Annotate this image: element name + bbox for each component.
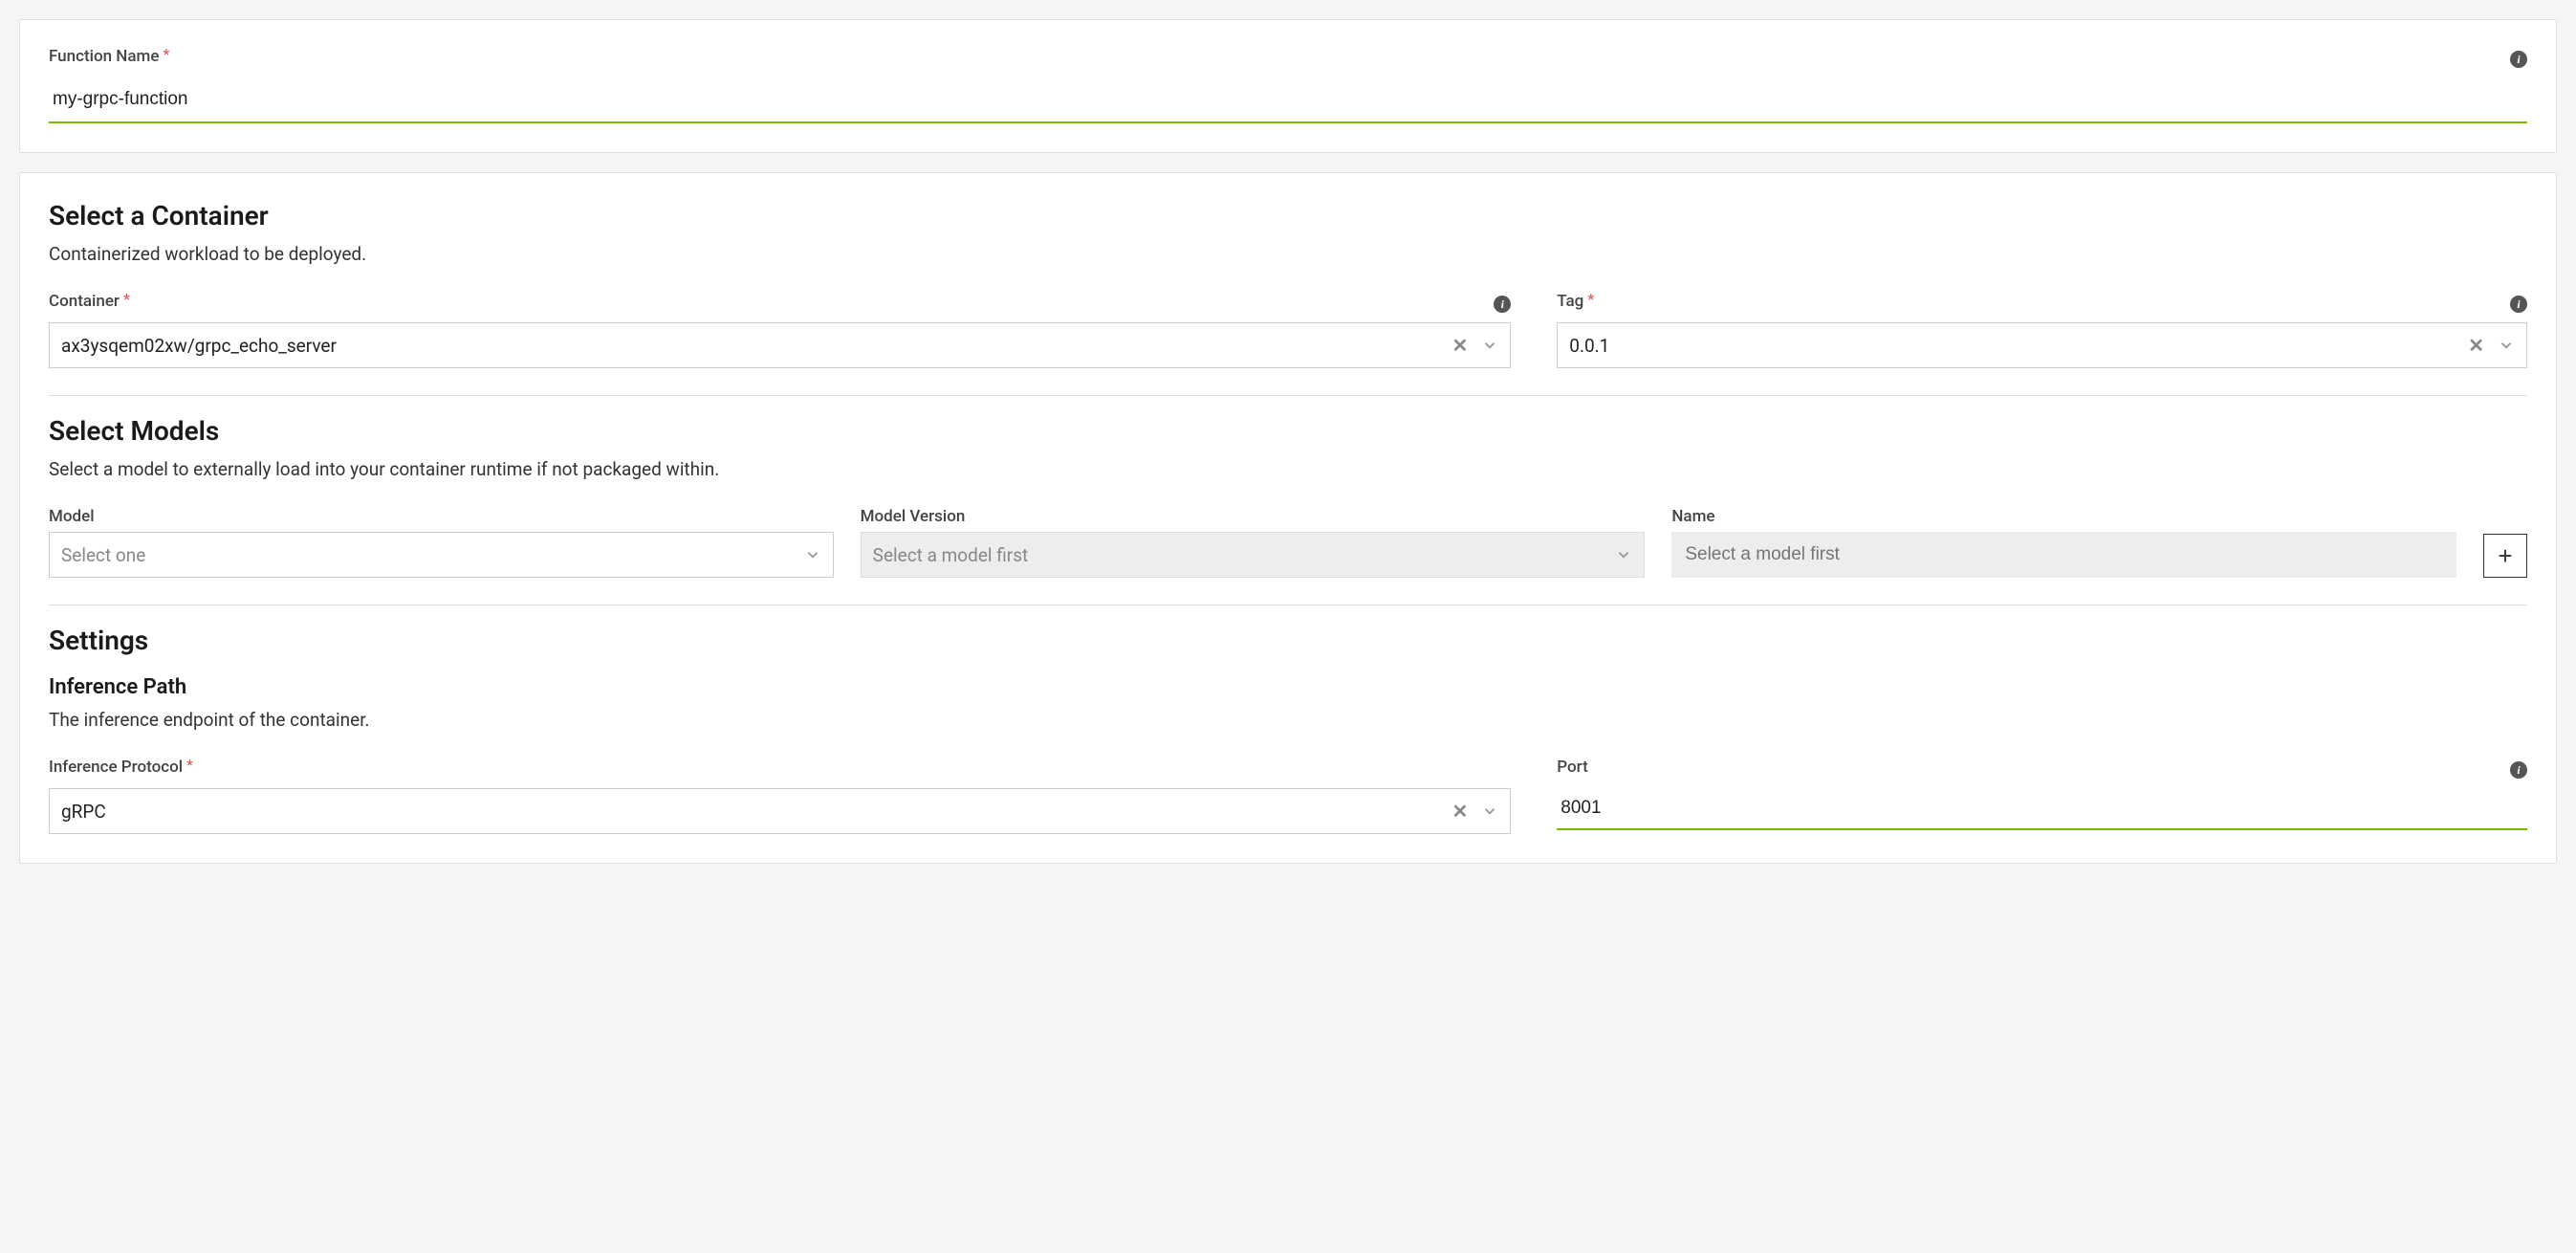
function-name-card: Function Name * i (19, 19, 2557, 153)
settings-title: Settings (49, 625, 2527, 656)
clear-icon[interactable]: ✕ (2468, 336, 2484, 355)
container-section: Select a Container Containerized workloa… (49, 173, 2527, 396)
function-name-label: Function Name (49, 47, 159, 66)
info-icon[interactable]: i (1494, 296, 1511, 313)
model-version-label: Model Version (861, 507, 966, 526)
clear-icon[interactable]: ✕ (1452, 336, 1469, 355)
models-title: Select Models (49, 415, 2527, 447)
required-indicator: * (1587, 290, 1594, 308)
clear-icon[interactable]: ✕ (1452, 802, 1469, 821)
model-name-label: Name (1671, 507, 1714, 526)
add-model-button[interactable]: + (2483, 534, 2527, 578)
function-name-input[interactable] (49, 77, 2527, 123)
protocol-label: Inference Protocol (49, 758, 183, 777)
model-version-placeholder: Select a model first (873, 544, 1616, 566)
main-form-card: Select a Container Containerized workloa… (19, 172, 2557, 864)
settings-section: Settings Inference Path The inference en… (49, 605, 2527, 834)
container-select[interactable]: ax3ysqem02xw/grpc_echo_server ✕ (49, 322, 1511, 368)
chevron-down-icon[interactable] (804, 546, 821, 563)
tag-select[interactable]: 0.0.1 ✕ (1557, 322, 2527, 368)
info-icon[interactable]: i (2510, 761, 2527, 779)
port-label: Port (1557, 758, 1587, 777)
model-version-select: Select a model first (861, 532, 1646, 578)
model-select[interactable]: Select one (49, 532, 834, 578)
protocol-select[interactable]: gRPC ✕ (49, 788, 1511, 834)
container-title: Select a Container (49, 200, 2527, 231)
chevron-down-icon[interactable] (1481, 802, 1498, 820)
model-label: Model (49, 507, 95, 526)
tag-label: Tag (1557, 292, 1583, 311)
info-icon[interactable]: i (2510, 296, 2527, 313)
port-input[interactable] (1557, 788, 2527, 830)
chevron-down-icon (1615, 546, 1632, 563)
container-description: Containerized workload to be deployed. (49, 243, 2527, 265)
protocol-value: gRPC (61, 801, 1452, 823)
chevron-down-icon[interactable] (1481, 337, 1498, 354)
container-label: Container (49, 292, 120, 311)
models-section: Select Models Select a model to external… (49, 396, 2527, 605)
inference-path-title: Inference Path (49, 675, 2527, 699)
model-name-input (1671, 532, 2456, 578)
required-indicator: * (163, 45, 169, 63)
required-indicator: * (123, 290, 130, 308)
models-description: Select a model to externally load into y… (49, 458, 2527, 480)
inference-path-description: The inference endpoint of the container. (49, 709, 2527, 731)
chevron-down-icon[interactable] (2498, 337, 2515, 354)
container-value: ax3ysqem02xw/grpc_echo_server (61, 335, 1452, 357)
info-icon[interactable]: i (2510, 51, 2527, 68)
required-indicator: * (186, 756, 193, 774)
model-placeholder: Select one (61, 544, 804, 566)
tag-value: 0.0.1 (1569, 335, 2468, 357)
